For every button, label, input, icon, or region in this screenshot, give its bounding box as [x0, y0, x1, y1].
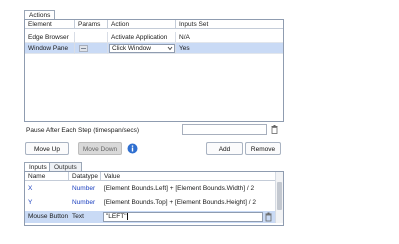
cell-element: Edge Browser: [25, 32, 75, 43]
cell-params: [75, 32, 108, 43]
cell-value: [Element Bounds.Top] + [Element Bounds.H…: [104, 199, 256, 206]
actions-table: Element Params Action Inputs Set Edge Br…: [24, 19, 284, 122]
cell-datatype: Text: [69, 211, 101, 223]
inputs-table: Name Datatype Value X Number [Element Bo…: [24, 171, 284, 226]
column-header-element[interactable]: Element: [25, 20, 75, 29]
remove-button[interactable]: Remove: [245, 142, 281, 155]
column-header-params[interactable]: Params: [75, 20, 108, 29]
cell-params: [75, 43, 108, 54]
cell-datatype: Number: [72, 199, 96, 206]
cell-action: Activate Application: [108, 32, 176, 43]
column-header-action[interactable]: Action: [108, 20, 176, 29]
text-cursor: [126, 213, 128, 220]
value-input-cell: "LEFT": [101, 211, 275, 223]
move-up-button[interactable]: Move Up: [25, 142, 69, 155]
action-dropdown-value: Click Window: [112, 45, 152, 52]
column-header-datatype[interactable]: Datatype: [69, 172, 101, 181]
add-button[interactable]: Add: [206, 142, 243, 155]
pause-label: Pause After Each Step (timespan/secs): [26, 127, 140, 134]
value-input-text: "LEFT": [106, 213, 127, 221]
cell-datatype: Number: [72, 185, 96, 192]
delete-icon[interactable]: [270, 124, 279, 135]
cell-name: Y: [28, 199, 33, 206]
cell-inputs-set: Yes: [176, 43, 283, 54]
pause-input[interactable]: [182, 124, 267, 135]
cell-inputs-set: N/A: [176, 32, 283, 43]
action-dropdown[interactable]: Click Window: [108, 43, 176, 54]
column-header-value[interactable]: Value: [101, 172, 275, 181]
scrollbar-thumb[interactable]: [277, 182, 282, 210]
cell-value: [Element Bounds.Left] + [Element Bounds.…: [104, 185, 255, 192]
value-input[interactable]: "LEFT": [103, 212, 263, 222]
column-header-inputs-set[interactable]: Inputs Set: [176, 20, 283, 29]
inputs-scrollbar[interactable]: [275, 172, 283, 223]
params-icon[interactable]: [79, 45, 88, 52]
delete-icon[interactable]: [264, 212, 273, 222]
info-icon[interactable]: [127, 143, 138, 154]
cell-element: Window Pane: [25, 43, 75, 54]
chevron-down-icon: [167, 46, 173, 51]
column-header-name[interactable]: Name: [25, 172, 69, 181]
cell-name: Mouse Button: [25, 211, 69, 223]
cell-name: X: [28, 185, 33, 192]
move-down-button[interactable]: Move Down: [78, 142, 122, 155]
